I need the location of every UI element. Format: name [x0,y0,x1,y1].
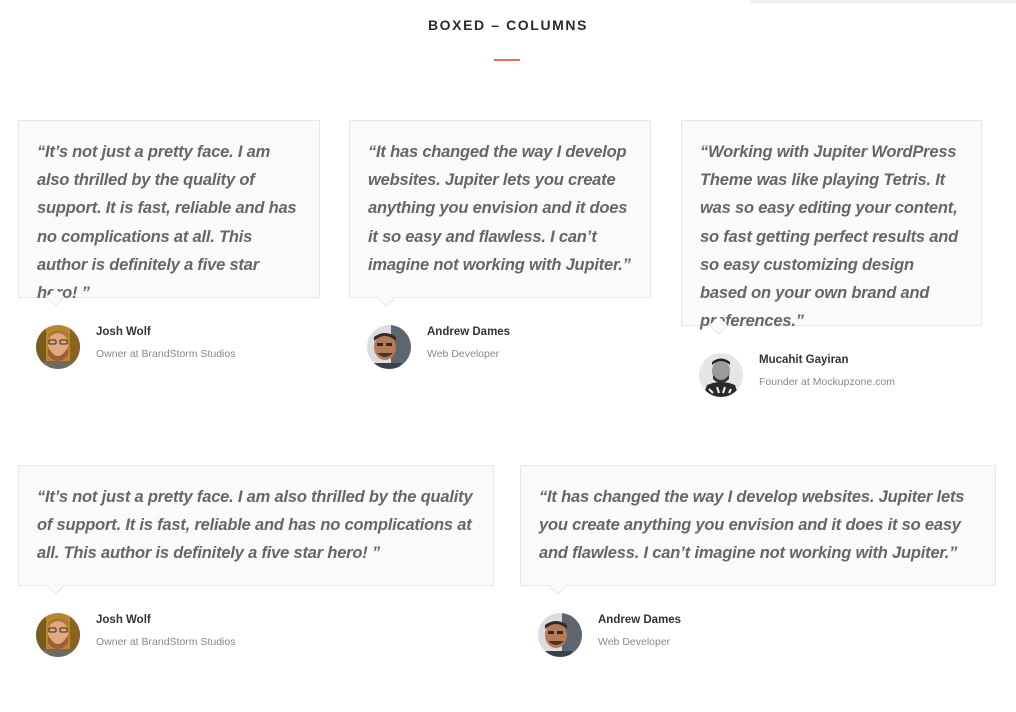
testimonial-mucahit-gayiran: “Working with Jupiter WordPress Theme wa… [681,120,982,403]
testimonial-andrew-dames-wide: “It has changed the way I develop websit… [520,465,996,663]
andrew-dames-avatar [538,613,582,657]
josh-wolf-avatar [36,325,80,369]
testimonial-josh-wolf: “It’s not just a pretty face. I am also … [18,120,320,375]
testimonial-author: Andrew Dames Web Developer [349,325,651,375]
author-name: Andrew Dames [427,326,511,338]
author-name: Andrew Dames [598,614,682,626]
testimonial-author: Andrew Dames Web Developer [520,613,996,663]
testimonial-author: Josh Wolf Owner at BrandStorm Studios [18,325,320,375]
testimonial-josh-wolf-wide: “It’s not just a pretty face. I am also … [18,465,494,663]
testimonial-box: “It’s not just a pretty face. I am also … [18,465,494,586]
author-role: Web Developer [427,348,500,360]
josh-wolf-avatar [36,613,80,657]
testimonial-quote: “Working with Jupiter WordPress Theme wa… [700,143,958,331]
author-name: Josh Wolf [96,326,151,338]
testimonial-quote: “It has changed the way I develop websit… [368,143,631,274]
testimonial-quote: “It’s not just a pretty face. I am also … [37,143,297,303]
author-role: Owner at BrandStorm Studios [96,348,236,360]
testimonial-box: “Working with Jupiter WordPress Theme wa… [681,120,982,330]
author-name: Josh Wolf [96,614,151,626]
author-role: Founder at Mockupzone.com [759,376,895,388]
testimonial-andrew-dames: “It has changed the way I develop websit… [349,120,651,375]
testimonial-author: Josh Wolf Owner at BrandStorm Studios [18,613,494,663]
title-divider [494,59,520,61]
testimonial-quote: “It’s not just a pretty face. I am also … [37,488,473,563]
author-name: Mucahit Gayiran [759,354,849,366]
author-role: Web Developer [598,636,671,648]
section-title: BOXED – COLUMNS [427,17,589,33]
top-edge-bar [750,0,1016,3]
testimonial-box: “It has changed the way I develop websit… [349,120,651,298]
mucahit-gayiran-avatar [699,353,743,397]
testimonial-quote: “It has changed the way I develop websit… [539,488,965,563]
testimonial-box: “It’s not just a pretty face. I am also … [18,120,320,302]
testimonial-author: Mucahit Gayiran Founder at Mockupzone.co… [681,353,982,403]
andrew-dames-avatar [367,325,411,369]
author-role: Owner at BrandStorm Studios [96,636,236,648]
testimonial-box: “It has changed the way I develop websit… [520,465,996,586]
